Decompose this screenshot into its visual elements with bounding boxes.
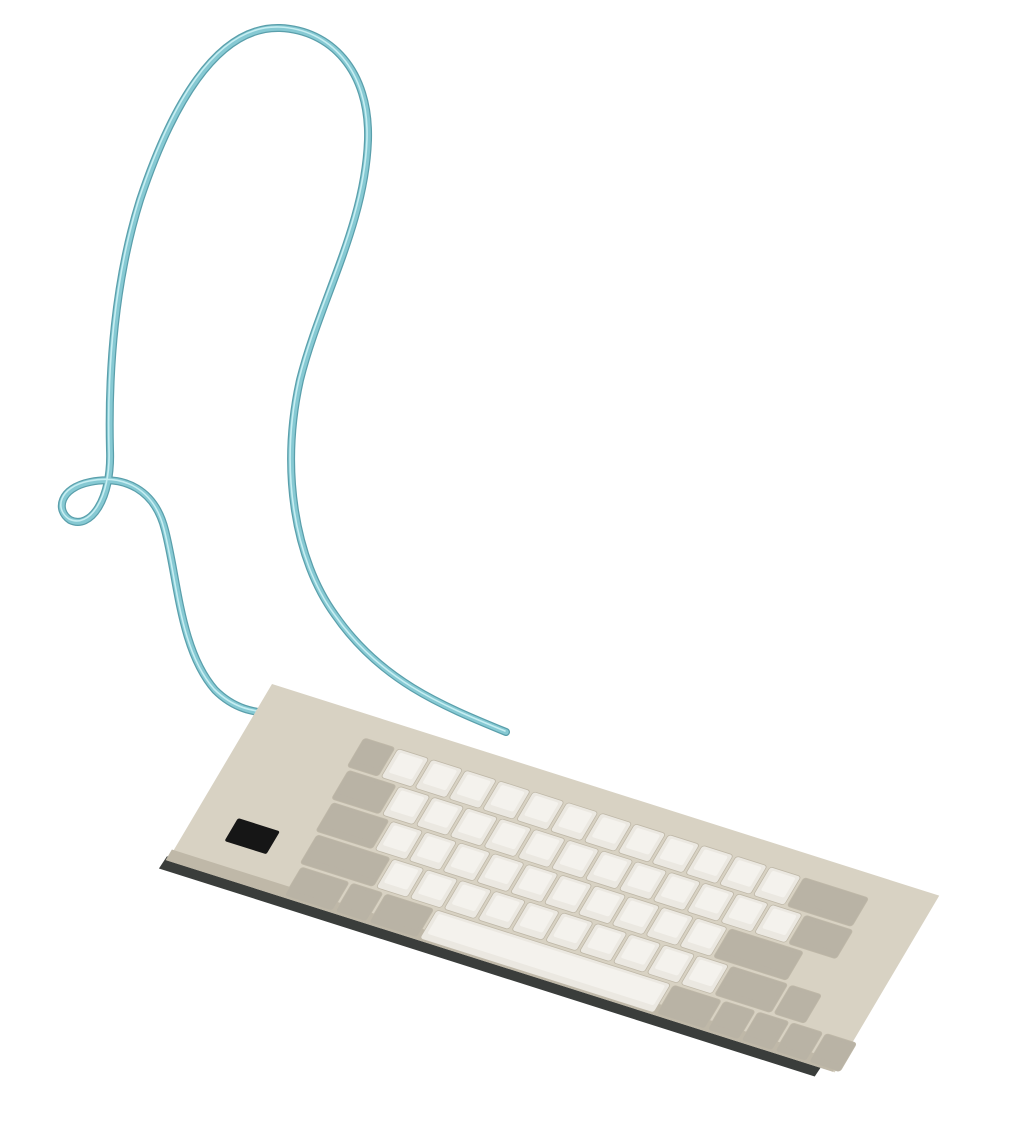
keyboard-scene	[57, 23, 940, 1077]
cable-highlight	[60, 26, 506, 732]
cable-shadow	[57, 23, 510, 736]
keyboard	[158, 684, 940, 1077]
cable-body	[59, 25, 509, 735]
cable	[57, 23, 510, 736]
